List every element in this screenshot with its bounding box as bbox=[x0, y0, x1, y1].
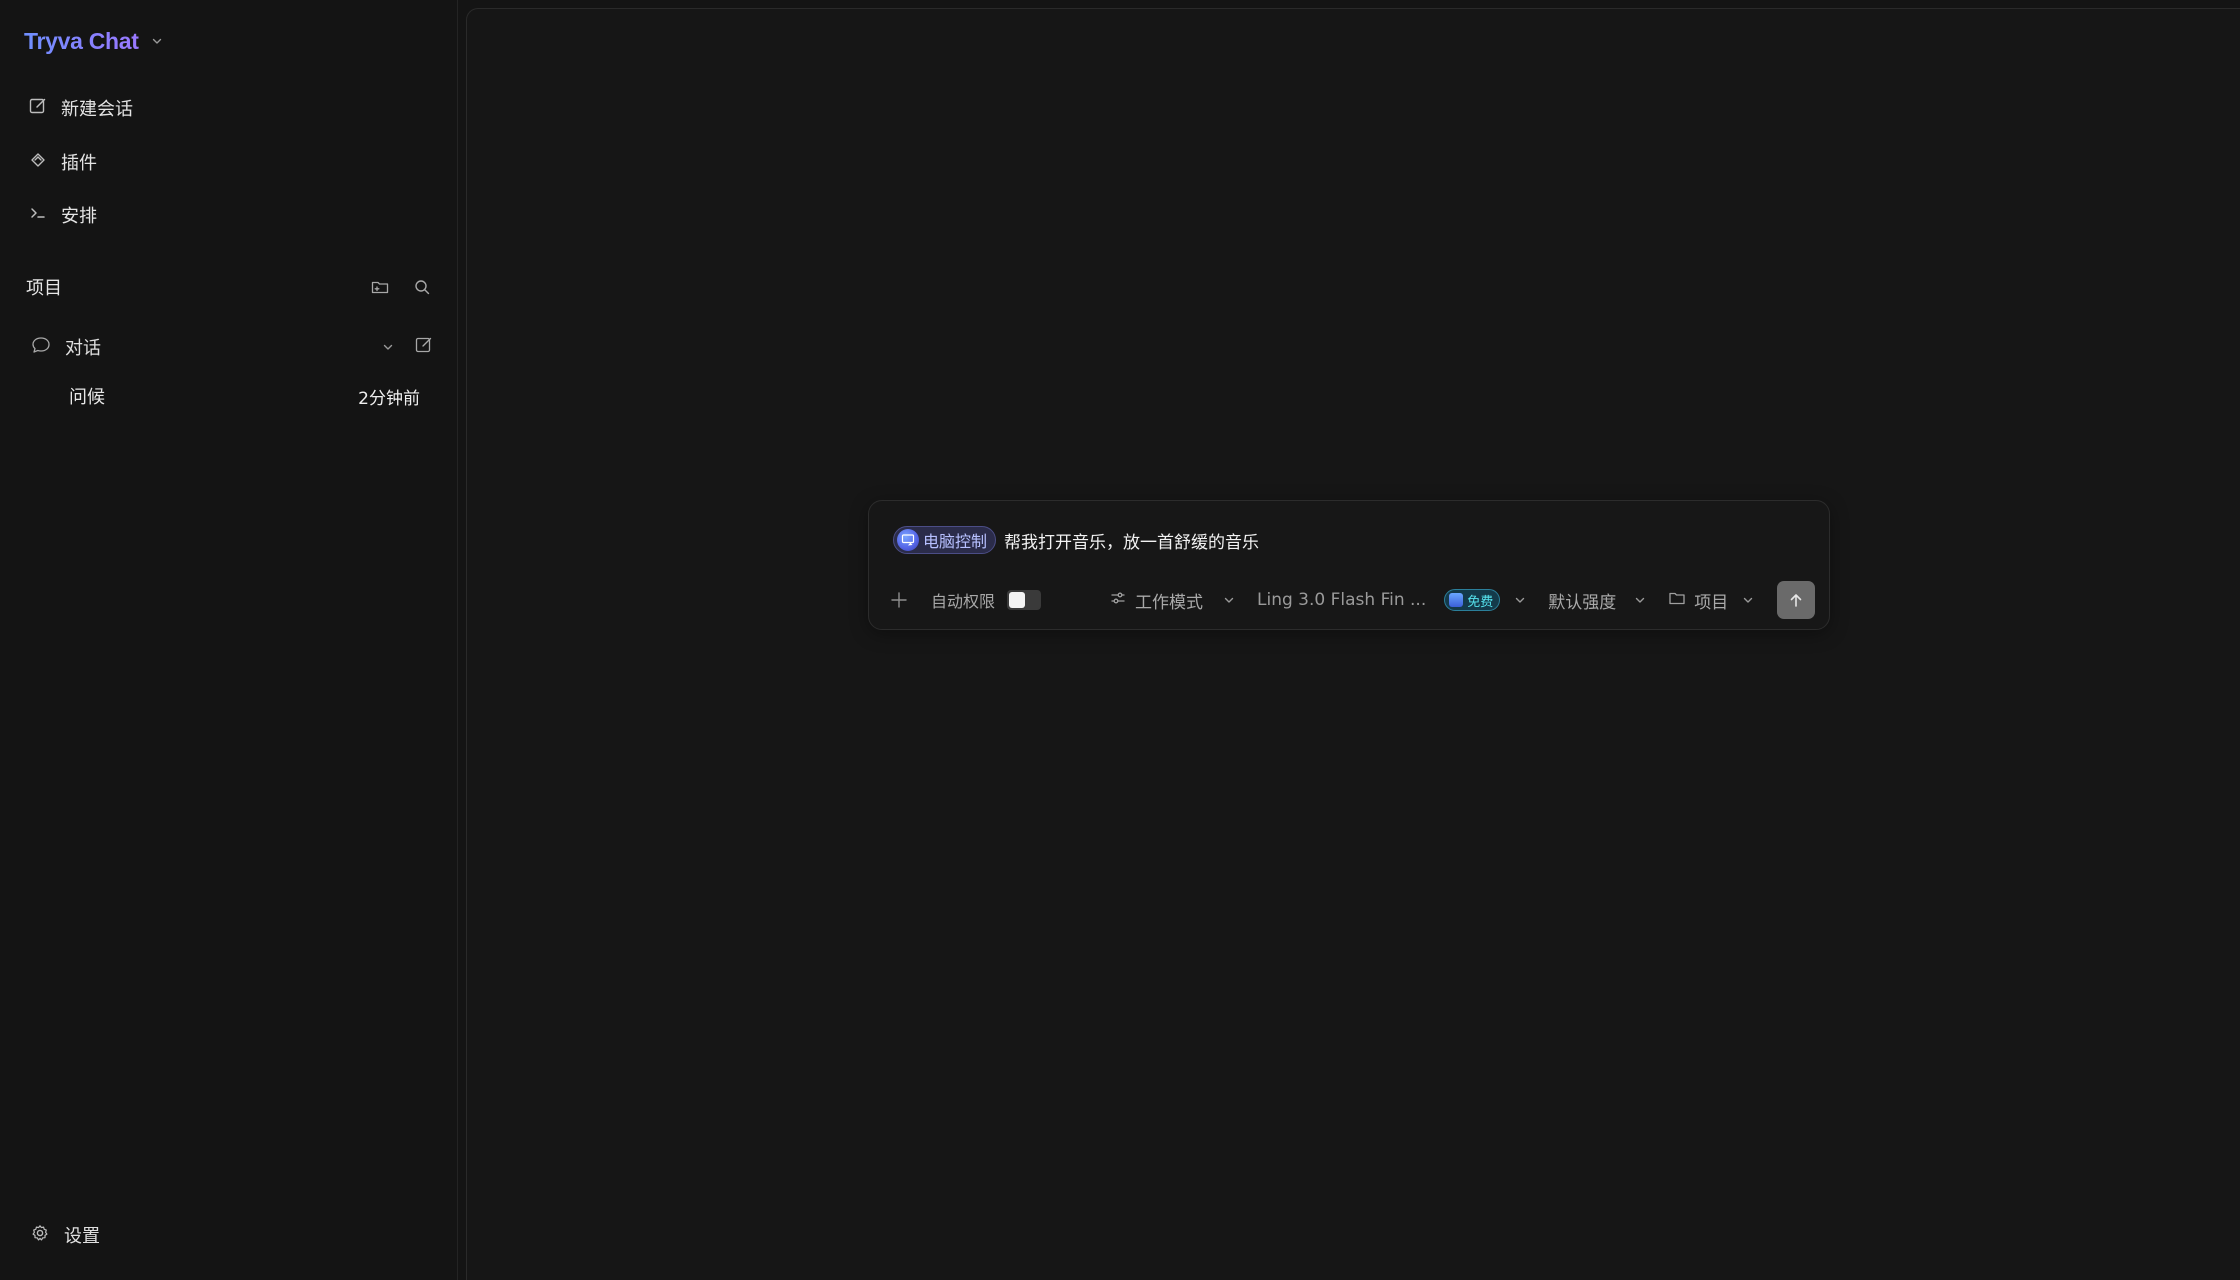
arrow-up-icon bbox=[1790, 594, 1802, 607]
prompt-text: 帮我打开音乐，放一首舒缓的音乐 bbox=[1004, 532, 1260, 553]
plus-icon bbox=[891, 592, 907, 608]
workspace-switcher[interactable]: Tryva Chat bbox=[24, 24, 163, 58]
chevron-down-icon bbox=[1742, 594, 1754, 606]
compose-icon[interactable] bbox=[414, 335, 434, 359]
folder-icon bbox=[1668, 589, 1686, 612]
project-label: 项目 bbox=[1694, 592, 1729, 613]
plugins-label: 插件 bbox=[61, 153, 97, 174]
new-chat-label: 新建会话 bbox=[61, 99, 133, 120]
search-icon[interactable] bbox=[410, 275, 434, 299]
schedule-button[interactable]: 安排 bbox=[28, 197, 97, 233]
auto-permission-toggle[interactable] bbox=[1007, 590, 1042, 610]
gear-icon bbox=[30, 1223, 50, 1248]
composer-input[interactable]: 电脑控制 帮我打开音乐，放一首舒缓的音乐 bbox=[893, 525, 1259, 555]
conversation-item[interactable]: 问候 2分钟前 bbox=[60, 380, 426, 412]
toggle-knob bbox=[1009, 592, 1026, 608]
model-name: Ling 3.0 Flash Fin ... bbox=[1257, 590, 1427, 610]
free-badge-label: 免费 bbox=[1467, 594, 1494, 610]
chevron-down-icon bbox=[1634, 594, 1646, 606]
compose-icon bbox=[28, 96, 48, 121]
conversation-title: 问候 bbox=[69, 387, 105, 408]
composer-toolbar: 自动权限 工作模式 Ling 3.0 Flash Fin ... 免费 默认强度… bbox=[885, 581, 1815, 619]
plugins-button[interactable]: 插件 bbox=[28, 144, 97, 180]
conversation-group-tools bbox=[382, 335, 434, 359]
conversation-time: 2分钟前 bbox=[358, 388, 420, 409]
chevron-down-icon bbox=[1223, 594, 1235, 606]
settings-label: 设置 bbox=[64, 1226, 100, 1247]
projects-section-tools bbox=[368, 275, 434, 299]
chat-bubble-icon bbox=[30, 334, 52, 360]
conversation-group-label: 对话 bbox=[65, 338, 101, 359]
computer-control-label: 电脑控制 bbox=[923, 532, 988, 551]
effort-label: 默认强度 bbox=[1548, 592, 1617, 613]
brand-name: Tryva Chat bbox=[24, 27, 139, 54]
free-icon bbox=[1449, 593, 1464, 607]
app-window: Tryva Chat 新建会话 插件 安排 项目 对话 问候 2分钟前 设置 电… bbox=[0, 0, 2240, 1280]
chevron-down-icon[interactable] bbox=[382, 338, 394, 357]
conversation-group[interactable]: 对话 bbox=[30, 333, 434, 361]
sliders-icon bbox=[1109, 589, 1127, 612]
message-composer[interactable]: 电脑控制 帮我打开音乐，放一首舒缓的音乐 自动权限 工作模式 Ling 3.0 … bbox=[868, 500, 1830, 630]
computer-control-chip[interactable]: 电脑控制 bbox=[893, 526, 997, 554]
send-button[interactable] bbox=[1777, 581, 1815, 619]
add-attachment-button[interactable] bbox=[885, 586, 913, 614]
auto-permission-label: 自动权限 bbox=[931, 592, 996, 611]
chat-canvas bbox=[466, 8, 2240, 1280]
schedule-label: 安排 bbox=[61, 206, 97, 227]
settings-button[interactable]: 设置 bbox=[30, 1220, 100, 1250]
terminal-icon bbox=[28, 203, 48, 228]
plugin-icon bbox=[28, 150, 48, 175]
projects-section-title: 项目 bbox=[26, 278, 62, 299]
free-badge: 免费 bbox=[1444, 589, 1501, 611]
computer-control-icon bbox=[897, 529, 919, 551]
chevron-down-icon bbox=[1514, 594, 1526, 606]
work-mode-label: 工作模式 bbox=[1135, 592, 1204, 613]
sidebar: Tryva Chat 新建会话 插件 安排 项目 对话 问候 2分钟前 设置 bbox=[0, 0, 458, 1280]
chevron-down-icon bbox=[151, 35, 163, 47]
main-panel bbox=[458, 0, 2240, 1280]
model-selector[interactable]: Ling 3.0 Flash Fin ... 免费 bbox=[1257, 589, 1526, 611]
project-dropdown[interactable]: 项目 bbox=[1668, 588, 1754, 613]
new-chat-button[interactable]: 新建会话 bbox=[28, 90, 133, 126]
effort-dropdown[interactable]: 默认强度 bbox=[1548, 588, 1646, 613]
work-mode-dropdown[interactable]: 工作模式 bbox=[1109, 588, 1235, 613]
new-folder-icon[interactable] bbox=[368, 275, 392, 299]
